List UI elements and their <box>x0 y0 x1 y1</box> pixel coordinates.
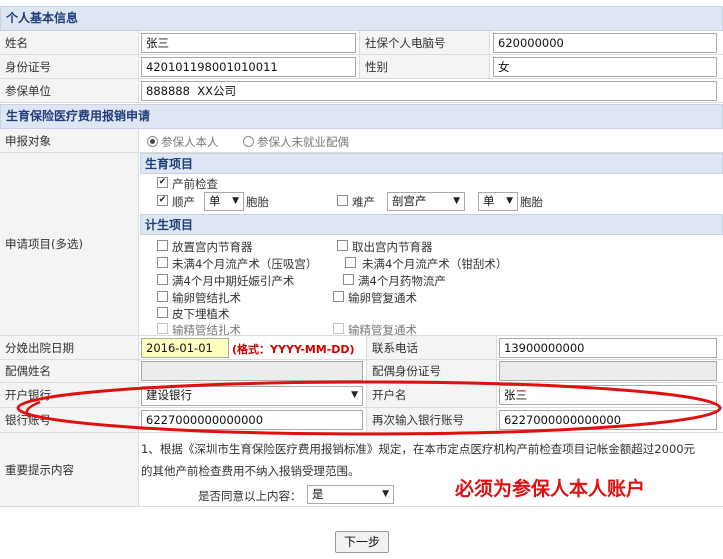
annotation-text: 必须为参保人本人账户 <box>455 478 646 500</box>
employer-input[interactable]: 888888 XX公司 <box>141 81 717 101</box>
employer-row: 参保单位 888888 XX公司 <box>0 79 723 103</box>
target-row: 申报对象 参保人本人 参保人未就业配偶 <box>0 129 723 153</box>
pc-no-label: 社保个人电脑号 <box>359 31 490 54</box>
family-item-checkbox[interactable] <box>157 291 168 302</box>
difficult-fetus-text: 胞胎 <box>520 195 543 209</box>
chevron-down-icon: ▼ <box>382 489 389 499</box>
family-item-checkbox[interactable] <box>333 323 344 334</box>
chevron-down-icon: ▼ <box>232 196 239 206</box>
name-row: 姓名 张三 社保个人电脑号 620000000 <box>0 31 723 55</box>
gender-label: 性别 <box>359 55 490 78</box>
pc-no-input[interactable]: 620000000 <box>493 33 717 53</box>
family-item-checkbox[interactable] <box>337 240 348 251</box>
prenatal-checkbox[interactable]: ✔ <box>157 177 168 188</box>
items-label: 申请项目(多选) <box>0 153 139 335</box>
id-label: 身份证号 <box>0 55 139 78</box>
annotation-ellipse <box>16 380 722 436</box>
natural-fetus-text: 胞胎 <box>246 195 269 209</box>
family-item-checkbox[interactable] <box>345 257 356 268</box>
next-button[interactable]: 下一步 <box>335 531 389 553</box>
discharge-row: 分娩出院日期 2016-01-01 (格式：YYYY-MM-DD) 联系电话 1… <box>0 336 723 360</box>
phone-input[interactable]: 13900000000 <box>499 338 717 358</box>
date-format-hint: (格式：YYYY-MM-DD) <box>232 343 355 356</box>
agree-select[interactable]: 是 ▼ <box>307 485 394 504</box>
family-item-text: 满4个月药物流产 <box>358 274 446 288</box>
agree-select-value: 是 <box>312 487 324 501</box>
family-section-header: 计生项目 <box>140 214 723 235</box>
family-item-text: 取出宫内节育器 <box>352 240 433 254</box>
family-item-checkbox[interactable] <box>343 274 354 285</box>
target-self-text: 参保人本人 <box>161 135 219 149</box>
family-item-checkbox[interactable] <box>333 291 344 302</box>
name-input[interactable]: 张三 <box>141 33 356 53</box>
family-item-checkbox[interactable] <box>157 257 168 268</box>
id-row: 身份证号 420101198001010011 性别 女 <box>0 55 723 79</box>
name-label: 姓名 <box>0 31 139 54</box>
family-item-text: 输卵管结扎术 <box>172 291 241 305</box>
target-spouse-radio[interactable] <box>243 136 254 147</box>
family-item-checkbox[interactable] <box>157 274 168 285</box>
discharge-label: 分娩出院日期 <box>0 336 139 359</box>
difficult-type-value: 剖宫产 <box>392 194 427 208</box>
family-item-text: 未满4个月流产术（压吸宫） <box>172 257 318 271</box>
family-item-text: 皮下埋植术 <box>172 307 230 321</box>
natural-count-value: 单 <box>209 194 221 208</box>
personal-info-header: 个人基本信息 <box>0 6 723 31</box>
birth-section-header: 生育项目 <box>140 153 723 174</box>
family-item-checkbox[interactable] <box>157 240 168 251</box>
difficult-birth-text: 难产 <box>352 195 375 209</box>
natural-birth-checkbox[interactable]: ✔ <box>157 195 168 206</box>
family-item-text: 输卵管复通术 <box>348 291 417 305</box>
family-item-text: 放置宫内节育器 <box>172 240 253 254</box>
notice-line-2: 的其他产前检查费用不纳入报销受理范围。 <box>141 464 360 478</box>
family-item-text: 满4个月中期妊娠引产术 <box>172 274 295 288</box>
difficult-count-value: 单 <box>483 194 495 208</box>
chevron-down-icon: ▼ <box>506 196 513 206</box>
difficult-birth-checkbox[interactable] <box>337 195 348 206</box>
items-row: 申请项目(多选) 生育项目 ✔ 产前检查 ✔ 顺产 单 ▼ 胞胎 难产 剖宫产 ▼ … <box>0 153 723 337</box>
family-item-text: 未满4个月流产术（钳刮术） <box>362 257 508 271</box>
phone-label: 联系电话 <box>366 336 497 359</box>
natural-count-select[interactable]: 单 ▼ <box>204 192 244 211</box>
agree-label: 是否同意以上内容： <box>198 489 302 503</box>
chevron-down-icon: ▼ <box>453 196 460 206</box>
prenatal-text: 产前检查 <box>172 177 218 191</box>
target-self-radio[interactable] <box>147 136 158 147</box>
employer-label: 参保单位 <box>0 79 139 102</box>
gender-input[interactable]: 女 <box>493 57 717 77</box>
natural-birth-text: 顺产 <box>172 195 195 209</box>
family-item-checkbox[interactable] <box>157 323 168 334</box>
family-item-checkbox[interactable] <box>157 307 168 318</box>
difficult-count-select[interactable]: 单 ▼ <box>478 192 518 211</box>
id-input[interactable]: 420101198001010011 <box>141 57 356 77</box>
target-label: 申报对象 <box>0 129 139 152</box>
discharge-date-input[interactable]: 2016-01-01 <box>141 338 229 358</box>
difficult-type-select[interactable]: 剖宫产 ▼ <box>387 192 465 211</box>
target-spouse-text: 参保人未就业配偶 <box>257 135 349 149</box>
application-header: 生育保险医疗费用报销申请 <box>0 104 723 129</box>
